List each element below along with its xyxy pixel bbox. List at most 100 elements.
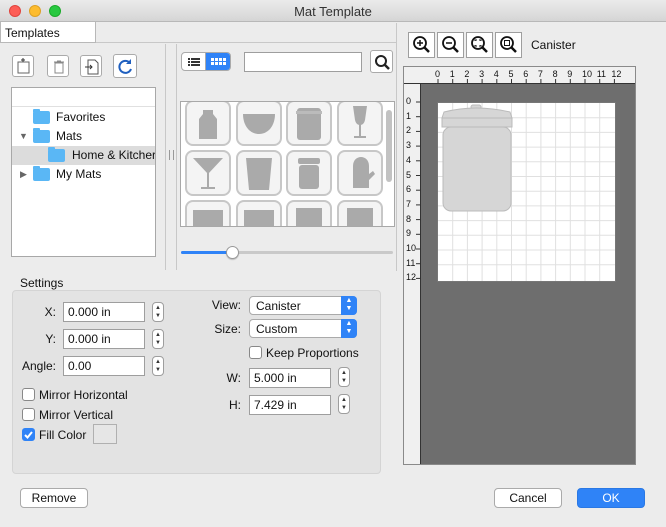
chevron-updown-icon: ▲ ▼ (341, 319, 357, 338)
window-title: Mat Template (294, 4, 372, 19)
y-field[interactable]: 0.000 in (63, 329, 145, 349)
template-tile-box-3[interactable] (286, 200, 332, 226)
tree-item-favorites[interactable]: Favorites (12, 108, 155, 127)
tree-item-home-kitchen[interactable]: Home & Kitcher (12, 146, 155, 165)
mirror-horizontal-checkbox[interactable] (22, 388, 35, 401)
slider-fill (181, 251, 232, 254)
ok-button[interactable]: OK (577, 488, 645, 508)
mirror-horizontal-label: Mirror Horizontal (39, 388, 128, 402)
search-input[interactable] (244, 52, 362, 72)
checkmark-icon (24, 431, 33, 439)
grid-view-icon (211, 58, 226, 65)
zoom-in-icon (413, 36, 430, 53)
vertical-ruler: 0 1 2 3 4 5 6 7 8 9 10 11 12 (404, 84, 421, 464)
import-button[interactable] (80, 55, 102, 77)
canister-shape[interactable] (441, 104, 513, 212)
ruler-ticks (416, 101, 421, 279)
mat-preview[interactable]: 0 1 2 3 4 5 6 7 8 9 10 11 12 0 1 2 3 4 5 6 7 8 9 10 11 12 (403, 66, 636, 465)
cutting-mat[interactable] (437, 102, 616, 282)
x-field[interactable]: 0.000 in (63, 302, 145, 322)
split-handle[interactable] (169, 150, 174, 160)
x-label: X: (44, 305, 56, 319)
fill-color-well[interactable] (93, 424, 117, 444)
box-icon (244, 210, 274, 226)
keep-proportions-label: Keep Proportions (266, 346, 359, 360)
cancel-button[interactable]: Cancel (494, 488, 562, 508)
zoom-actual-button[interactable] (495, 32, 522, 58)
template-tile-box-2[interactable] (236, 200, 282, 226)
fill-color-label: Fill Color (39, 428, 87, 442)
box-icon (296, 208, 322, 226)
zoom-actual-icon (500, 36, 517, 53)
new-folder-button[interactable] (12, 55, 34, 77)
view-popup-value: Canister (256, 299, 301, 313)
template-tile-box-1[interactable] (185, 200, 231, 226)
mirror-vertical-label: Mirror Vertical (39, 408, 114, 422)
grid-scrollbar[interactable] (386, 110, 392, 182)
tile-size-slider[interactable] (181, 251, 393, 254)
split-divider-right (176, 44, 177, 270)
width-stepper[interactable]: ▲ ▼ (338, 367, 350, 387)
horizontal-ruler: 0 1 2 3 4 5 6 7 8 9 10 11 12 (404, 67, 635, 84)
import-icon (85, 59, 99, 75)
template-tile-martini-glass[interactable] (185, 150, 231, 196)
zoom-fit-icon (471, 36, 488, 53)
view-popup[interactable]: Canister ▲ ▼ (249, 296, 357, 315)
tree-item-label: Home & Kitcher (72, 148, 155, 162)
zoom-out-icon (442, 36, 459, 53)
template-tile-bottle[interactable] (185, 102, 231, 146)
disclosure-closed-icon[interactable]: ▶ (20, 165, 27, 184)
template-tile-bowl[interactable] (236, 102, 282, 146)
tree-item-label: Mats (56, 129, 83, 143)
folder-icon (33, 109, 50, 124)
wine-glass-icon (353, 106, 367, 138)
size-popup-value: Custom (256, 322, 298, 336)
list-view-icon (188, 58, 200, 66)
tree-item-my-mats[interactable]: ▶ My Mats (12, 165, 155, 184)
search-button[interactable] (370, 50, 393, 73)
slider-knob[interactable] (225, 246, 239, 259)
zoom-fit-button[interactable] (466, 32, 493, 58)
mat-grid (438, 103, 615, 281)
tab-templates[interactable]: Templates (0, 22, 96, 43)
template-tile-wine-glass[interactable] (337, 102, 383, 146)
jar-icon (296, 108, 322, 140)
template-tile-box-4[interactable] (337, 200, 383, 226)
canister-icon (298, 158, 320, 189)
angle-stepper[interactable]: ▲ ▼ (152, 356, 164, 376)
zoom-in-button[interactable] (408, 32, 435, 58)
template-tile-jar[interactable] (286, 102, 332, 146)
list-view-button[interactable] (182, 53, 206, 70)
zoom-out-button[interactable] (437, 32, 464, 58)
new-folder-icon (17, 58, 30, 74)
size-popup[interactable]: Custom ▲ ▼ (249, 319, 357, 338)
refresh-button[interactable] (113, 54, 137, 78)
y-label: Y: (45, 332, 56, 346)
tab-divider (96, 42, 396, 43)
tree-item-mats[interactable]: ▼ Mats (12, 127, 155, 146)
refresh-icon (118, 59, 132, 74)
height-field[interactable]: 7.429 in (249, 395, 331, 415)
template-tile-cup[interactable] (236, 150, 282, 196)
box-icon (347, 208, 373, 226)
keep-proportions-checkbox[interactable] (249, 346, 262, 359)
grid-view-button[interactable] (206, 53, 230, 70)
height-stepper[interactable]: ▲ ▼ (338, 394, 350, 414)
angle-field[interactable]: 0.00 (63, 356, 145, 376)
x-stepper[interactable]: ▲ ▼ (152, 302, 164, 322)
remove-button[interactable]: Remove (20, 488, 88, 508)
template-name-label: Canister (531, 38, 576, 52)
width-field[interactable]: 5.000 in (249, 368, 331, 388)
view-label: View: (211, 298, 241, 312)
chevron-updown-icon: ▲ ▼ (341, 296, 357, 315)
tree-header (12, 88, 155, 107)
fill-color-checkbox[interactable] (22, 428, 35, 441)
template-tile-canister[interactable] (286, 150, 332, 196)
y-stepper[interactable]: ▲ ▼ (152, 329, 164, 349)
template-tile-oven-mitt[interactable] (337, 150, 383, 196)
disclosure-open-icon[interactable]: ▼ (19, 127, 28, 146)
delete-button[interactable] (47, 55, 69, 77)
h-label: H: (229, 398, 241, 412)
mirror-vertical-checkbox[interactable] (22, 408, 35, 421)
split-divider[interactable] (165, 44, 166, 270)
